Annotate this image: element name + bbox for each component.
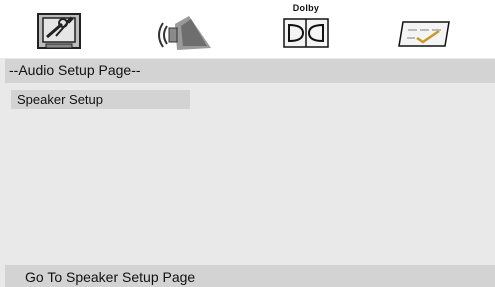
tab-general-setup[interactable] (32, 4, 88, 52)
speaker-icon (158, 16, 211, 50)
tab-preference-setup[interactable] (393, 4, 453, 52)
menu-item-label: Speaker Setup (17, 92, 104, 107)
preference-icon (398, 21, 450, 47)
status-text: Go To Speaker Setup Page (25, 269, 196, 285)
tab-audio-setup[interactable] (155, 4, 215, 52)
status-bar: Go To Speaker Setup Page (5, 265, 495, 287)
menu-item-speaker-setup[interactable]: Speaker Setup (11, 90, 190, 109)
page-title: --Audio Setup Page-- (9, 62, 141, 78)
dolby-label: Dolby (292, 3, 320, 13)
page-title-bar: --Audio Setup Page-- (5, 59, 495, 83)
tab-dolby-setup[interactable]: Dolby (277, 3, 335, 52)
setup-tab-bar: Dolby (0, 0, 495, 58)
general-setup-icon (37, 13, 81, 49)
